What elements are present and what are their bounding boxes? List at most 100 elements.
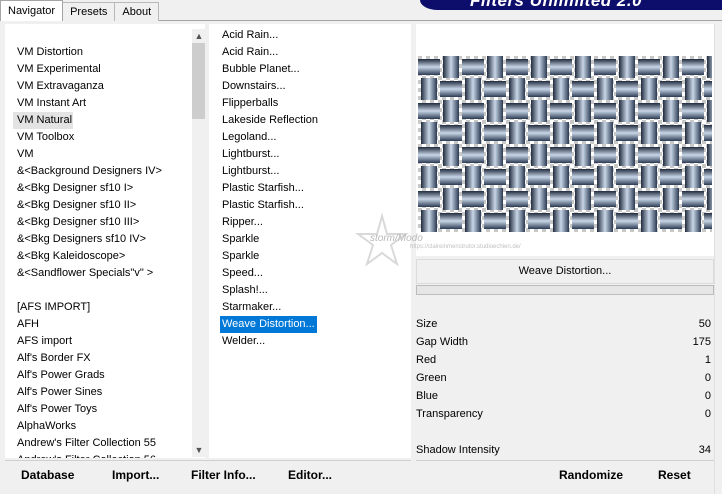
tab-about[interactable]: About — [114, 2, 160, 21]
import-button[interactable]: Import... — [112, 468, 159, 482]
category-list-panel[interactable]: VM Distortion VM Experimental VM Extravaga… — [5, 24, 205, 458]
filter-item[interactable]: Acid Rain... — [220, 44, 330, 61]
category-item[interactable]: &<Sandflower Specials"v" > — [13, 265, 185, 282]
weave-strand — [619, 100, 635, 122]
filter-item[interactable]: Welder... — [220, 333, 330, 350]
param-value[interactable]: 0 — [705, 405, 714, 423]
param-row[interactable]: Transparency 0 — [416, 405, 714, 423]
category-item[interactable]: Alf's Border FX — [13, 350, 185, 367]
filter-item[interactable]: Lakeside Reflection — [220, 112, 330, 129]
category-item[interactable]: &<Bkg Designer sf10 I> — [13, 180, 185, 197]
category-item[interactable]: VM — [13, 146, 185, 163]
param-value[interactable]: 0 — [705, 387, 714, 405]
category-item[interactable]: VM Distortion — [13, 44, 185, 61]
category-item[interactable]: [AFS IMPORT] — [13, 299, 185, 316]
weave-strand — [619, 144, 635, 166]
scroll-up-icon[interactable]: ▲ — [192, 29, 205, 43]
category-item[interactable]: VM Toolbox — [13, 129, 185, 146]
watermark-url: https://claireinmenstrutor.studioechien.… — [410, 244, 521, 250]
randomize-button[interactable]: Randomize — [559, 468, 623, 482]
filter-item[interactable]: Legoland... — [220, 129, 330, 146]
database-button[interactable]: Database — [21, 468, 74, 482]
param-name: Shadow Intensity — [416, 444, 500, 456]
category-item[interactable]: &<Bkg Kaleidoscope> — [13, 248, 185, 265]
filter-item[interactable]: Lightburst... — [220, 163, 330, 180]
category-item[interactable]: VM Experimental — [13, 61, 185, 78]
tab-presets[interactable]: Presets — [62, 2, 116, 21]
category-item[interactable]: Andrew's Filter Collection 56 — [13, 452, 185, 458]
weave-strand — [509, 210, 525, 232]
weave-strand — [509, 166, 525, 188]
filter-item[interactable]: Splash!... — [220, 282, 330, 299]
filter-item[interactable]: Weave Distortion... — [220, 316, 317, 333]
weave-strand — [421, 78, 437, 100]
param-value[interactable]: 34 — [699, 441, 714, 459]
weave-strand — [663, 188, 679, 210]
category-item[interactable]: VM Natural — [13, 112, 73, 129]
category-item[interactable]: VM Instant Art — [13, 95, 185, 112]
preview-area — [416, 24, 714, 256]
progress-bar — [416, 285, 714, 295]
filter-item[interactable]: Plastic Starfish... — [220, 180, 330, 197]
weave-strand — [641, 166, 657, 188]
weave-strand — [421, 166, 437, 188]
category-item[interactable]: AFH — [13, 316, 185, 333]
filter-info-button[interactable]: Filter Info... — [191, 468, 256, 482]
category-scrollbar[interactable]: ▲ ▼ — [192, 29, 205, 457]
filter-item[interactable]: Speed... — [220, 265, 330, 282]
scrollbar-thumb[interactable] — [192, 43, 205, 119]
category-item[interactable]: Alf's Power Sines — [13, 384, 185, 401]
filter-item[interactable]: Acid Rain... — [220, 27, 330, 44]
param-row[interactable]: Blue 0 — [416, 387, 714, 405]
editor-button[interactable]: Editor... — [288, 468, 332, 482]
category-item[interactable]: VM Extravaganza — [13, 78, 185, 95]
filter-item[interactable]: Sparkle — [220, 231, 330, 248]
weave-strand — [528, 81, 550, 97]
category-list: VM Distortion VM Experimental VM Extravaga… — [13, 44, 185, 458]
filter-item[interactable]: Starmaker... — [220, 299, 330, 316]
weave-strand — [553, 78, 569, 100]
scroll-down-icon[interactable]: ▼ — [192, 443, 205, 457]
weave-strand — [506, 147, 528, 163]
banner-title: Filters Unlimited 2.0 — [470, 0, 643, 10]
param-value[interactable]: 0 — [705, 369, 714, 387]
filter-item[interactable]: Plastic Starfish... — [220, 197, 330, 214]
weave-strand — [421, 210, 437, 232]
param-name: Size — [416, 318, 438, 330]
category-item[interactable]: AlphaWorks — [13, 418, 185, 435]
filter-item[interactable]: Ripper... — [220, 214, 330, 231]
weave-strand — [484, 125, 506, 141]
tab-navigator[interactable]: Navigator — [0, 0, 64, 21]
category-item[interactable]: &<Bkg Designer sf10 III> — [13, 214, 185, 231]
param-value[interactable]: 1 — [705, 351, 714, 369]
category-item[interactable]: &<Bkg Designer sf10 II> — [13, 197, 185, 214]
category-item[interactable]: &<Background Designers IV> — [13, 163, 185, 180]
filter-item[interactable]: Sparkle — [220, 248, 330, 265]
param-value[interactable]: 175 — [693, 333, 714, 351]
category-item[interactable]: &<Bkg Designers sf10 IV> — [13, 231, 185, 248]
filter-item[interactable]: Downstairs... — [220, 78, 330, 95]
weave-strand — [572, 213, 594, 229]
weave-strand — [641, 210, 657, 232]
param-row[interactable]: Size 50 — [416, 315, 714, 333]
param-row[interactable]: Red 1 — [416, 351, 714, 369]
param-row[interactable]: Gap Width 175 — [416, 333, 714, 351]
filter-item[interactable]: Bubble Planet... — [220, 61, 330, 78]
filter-item[interactable]: Flipperballs — [220, 95, 330, 112]
weave-strand — [550, 59, 572, 75]
parameter-list: Size 50 Gap Width 175 Red 1 Green 0 Blue 0 Transpa… — [416, 315, 714, 423]
category-item[interactable]: Andrew's Filter Collection 55 — [13, 435, 185, 452]
weave-strand — [443, 56, 459, 78]
reset-button[interactable]: Reset — [658, 468, 691, 482]
weave-strand — [443, 144, 459, 166]
param-shadow-intensity[interactable]: Shadow Intensity 34 — [416, 441, 714, 459]
weave-strand — [440, 213, 462, 229]
filter-item[interactable]: Lightburst... — [220, 146, 330, 163]
weave-strand — [660, 213, 682, 229]
param-row[interactable]: Green 0 — [416, 369, 714, 387]
category-item[interactable]: AFS import — [13, 333, 185, 350]
category-item[interactable]: Alf's Power Grads — [13, 367, 185, 384]
weave-strand — [465, 78, 481, 100]
category-item[interactable]: Alf's Power Toys — [13, 401, 185, 418]
param-value[interactable]: 50 — [699, 315, 714, 333]
